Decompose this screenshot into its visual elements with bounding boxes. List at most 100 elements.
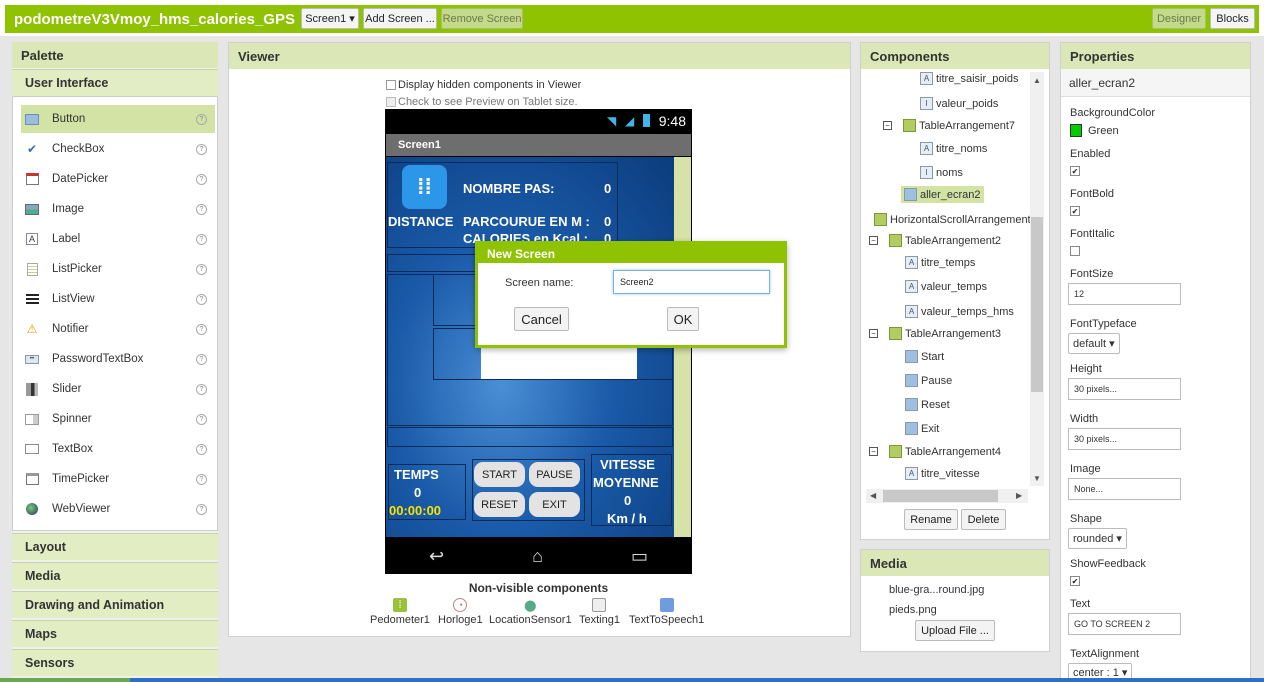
horizontal-scrollbar[interactable]: ◀ ▶ bbox=[866, 489, 1028, 503]
tree-item-titre-saisir-poids[interactable]: Atitre_saisir_poids bbox=[920, 72, 1019, 85]
help-icon[interactable]: ? bbox=[196, 503, 207, 515]
palette-category-sensors[interactable]: Sensors bbox=[12, 649, 218, 676]
tree-item-noms[interactable]: Inoms bbox=[920, 166, 963, 179]
help-icon[interactable]: ? bbox=[196, 143, 207, 155]
palette-item-button[interactable]: Button ? bbox=[21, 105, 215, 133]
prop-showfeedback-checkbox[interactable]: ✔ bbox=[1070, 576, 1080, 586]
palette-item-image[interactable]: Image ? bbox=[21, 195, 215, 223]
scroll-up-icon[interactable]: ▲ bbox=[1033, 76, 1041, 85]
media-file[interactable]: pieds.png bbox=[889, 604, 937, 616]
palette-item-slider[interactable]: Slider ? bbox=[21, 375, 215, 403]
horizontal-scroll-thumb[interactable] bbox=[883, 490, 998, 502]
help-icon[interactable]: ? bbox=[196, 203, 207, 215]
palette-item-label[interactable]: A Label ? bbox=[21, 225, 215, 253]
help-icon[interactable]: ? bbox=[196, 263, 207, 275]
palette-item-webviewer[interactable]: WebViewer ? bbox=[21, 495, 215, 523]
help-icon[interactable]: ? bbox=[196, 443, 207, 455]
prop-fontsize-input[interactable]: 12 bbox=[1068, 283, 1181, 305]
palette-item-timepicker[interactable]: TimePicker ? bbox=[21, 465, 215, 493]
palette-category-user-interface[interactable]: User Interface bbox=[12, 69, 218, 96]
palette-item-textbox[interactable]: TextBox ? bbox=[21, 435, 215, 463]
palette-item-passwordtextbox[interactable]: •• PasswordTextBox ? bbox=[21, 345, 215, 373]
tree-item-tablearrangement7[interactable]: TableArrangement7 bbox=[903, 119, 1015, 132]
tablet-preview-toggle[interactable]: Check to see Preview on Tablet size. bbox=[386, 96, 578, 108]
media-file[interactable]: blue-gra...round.jpg bbox=[889, 584, 984, 596]
pause-button[interactable]: PAUSE bbox=[529, 462, 580, 487]
vertical-scroll-thumb[interactable] bbox=[1031, 217, 1043, 392]
help-icon[interactable]: ? bbox=[196, 413, 207, 425]
prop-fontitalic-checkbox[interactable] bbox=[1070, 246, 1080, 256]
collapse-icon[interactable]: − bbox=[869, 236, 878, 245]
tree-item-valeur-temps[interactable]: Avaleur_temps bbox=[905, 280, 987, 293]
textbox-preview[interactable] bbox=[481, 347, 637, 379]
vertical-scrollbar[interactable]: ▲ ▼ bbox=[1030, 72, 1044, 486]
exit-button[interactable]: EXIT bbox=[529, 492, 580, 517]
help-icon[interactable]: ? bbox=[196, 173, 207, 185]
tree-item-titre-vitesse[interactable]: Atitre_vitesse bbox=[905, 467, 980, 480]
ok-button[interactable]: OK bbox=[667, 307, 699, 331]
help-icon[interactable]: ? bbox=[196, 353, 207, 365]
palette-category-maps[interactable]: Maps bbox=[12, 620, 218, 647]
palette-item-notifier[interactable]: ⚠ Notifier ? bbox=[21, 315, 215, 343]
tree-item-horizontalscrollarrangement[interactable]: HorizontalScrollArrangement bbox=[874, 213, 1031, 226]
nonvisible-location[interactable]: ⬤ LocationSensor1 bbox=[489, 598, 572, 627]
arrangement-row[interactable] bbox=[387, 427, 673, 447]
prop-height-input[interactable]: 30 pixels... bbox=[1068, 378, 1181, 400]
tree-item-titre-temps[interactable]: Atitre_temps bbox=[905, 256, 975, 269]
tree-item-tablearrangement3[interactable]: TableArrangement3 bbox=[889, 327, 1001, 340]
scroll-down-icon[interactable]: ▼ bbox=[1033, 474, 1041, 483]
tree-item-tablearrangement2[interactable]: TableArrangement2 bbox=[889, 234, 1001, 247]
reset-button[interactable]: RESET bbox=[474, 492, 525, 517]
palette-item-listpicker[interactable]: ListPicker ? bbox=[21, 255, 215, 283]
prop-fonttypeface-dropdown[interactable]: default ▾ bbox=[1068, 333, 1120, 354]
palette-item-listview[interactable]: ListView ? bbox=[21, 285, 215, 313]
palette-item-checkbox[interactable]: ✔ CheckBox ? bbox=[21, 135, 215, 163]
screen-select-dropdown[interactable]: Screen1 ▾ bbox=[301, 8, 359, 29]
palette-category-drawing[interactable]: Drawing and Animation bbox=[12, 591, 218, 618]
tree-item-tablearrangement4[interactable]: TableArrangement4 bbox=[889, 445, 1001, 458]
help-icon[interactable]: ? bbox=[196, 113, 207, 125]
scroll-left-icon[interactable]: ◀ bbox=[870, 491, 876, 500]
checkbox[interactable] bbox=[386, 97, 396, 107]
prop-fontbold-checkbox[interactable]: ✔ bbox=[1070, 206, 1080, 216]
tree-item-reset[interactable]: Reset bbox=[905, 398, 950, 411]
help-icon[interactable]: ? bbox=[196, 323, 207, 335]
nonvisible-texting[interactable]: Texting1 bbox=[579, 598, 620, 626]
tree-item-pause[interactable]: Pause bbox=[905, 374, 952, 387]
remove-screen-button[interactable]: Remove Screen bbox=[441, 8, 523, 29]
prop-image-input[interactable]: None... bbox=[1068, 478, 1181, 500]
upload-file-button[interactable]: Upload File ... bbox=[915, 620, 995, 641]
palette-item-datepicker[interactable]: DatePicker ? bbox=[21, 165, 215, 193]
tree-item-valeur-temps-hms[interactable]: Avaleur_temps_hms bbox=[905, 305, 1014, 318]
designer-button[interactable]: Designer bbox=[1152, 8, 1206, 29]
screen-name-input[interactable]: Screen2 bbox=[613, 270, 770, 294]
tree-item-aller-ecran2[interactable]: aller_ecran2 bbox=[901, 186, 984, 203]
help-icon[interactable]: ? bbox=[196, 383, 207, 395]
prop-text-input[interactable]: GO TO SCREEN 2 bbox=[1068, 613, 1181, 635]
nonvisible-speech[interactable]: TextToSpeech1 bbox=[629, 598, 704, 626]
scroll-right-icon[interactable]: ▶ bbox=[1016, 491, 1022, 500]
tree-item-start[interactable]: Start bbox=[905, 350, 944, 363]
tree-item-exit[interactable]: Exit bbox=[905, 422, 939, 435]
tree-item-valeur-poids[interactable]: Ivaleur_poids bbox=[920, 97, 998, 110]
start-button[interactable]: START bbox=[474, 462, 525, 487]
palette-category-media[interactable]: Media bbox=[12, 562, 218, 589]
display-hidden-toggle[interactable]: Display hidden components in Viewer bbox=[386, 79, 581, 91]
collapse-icon[interactable]: − bbox=[883, 121, 892, 130]
nonvisible-clock[interactable]: ◔ Horloge1 bbox=[438, 598, 483, 626]
collapse-icon[interactable]: − bbox=[869, 447, 878, 456]
prop-width-input[interactable]: 30 pixels... bbox=[1068, 428, 1181, 450]
checkbox[interactable] bbox=[386, 80, 396, 90]
prop-backgroundcolor-value[interactable]: Green bbox=[1070, 124, 1119, 137]
help-icon[interactable]: ? bbox=[196, 233, 207, 245]
rename-button[interactable]: Rename bbox=[904, 509, 958, 530]
palette-item-spinner[interactable]: Spinner ? bbox=[21, 405, 215, 433]
palette-category-layout[interactable]: Layout bbox=[12, 533, 218, 560]
help-icon[interactable]: ? bbox=[196, 473, 207, 485]
tree-item-titre-noms[interactable]: Atitre_noms bbox=[920, 142, 987, 155]
collapse-icon[interactable]: − bbox=[869, 329, 878, 338]
add-screen-button[interactable]: Add Screen ... bbox=[363, 8, 437, 29]
blocks-button[interactable]: Blocks bbox=[1210, 8, 1255, 29]
delete-button[interactable]: Delete bbox=[961, 509, 1006, 530]
help-icon[interactable]: ? bbox=[196, 293, 207, 305]
